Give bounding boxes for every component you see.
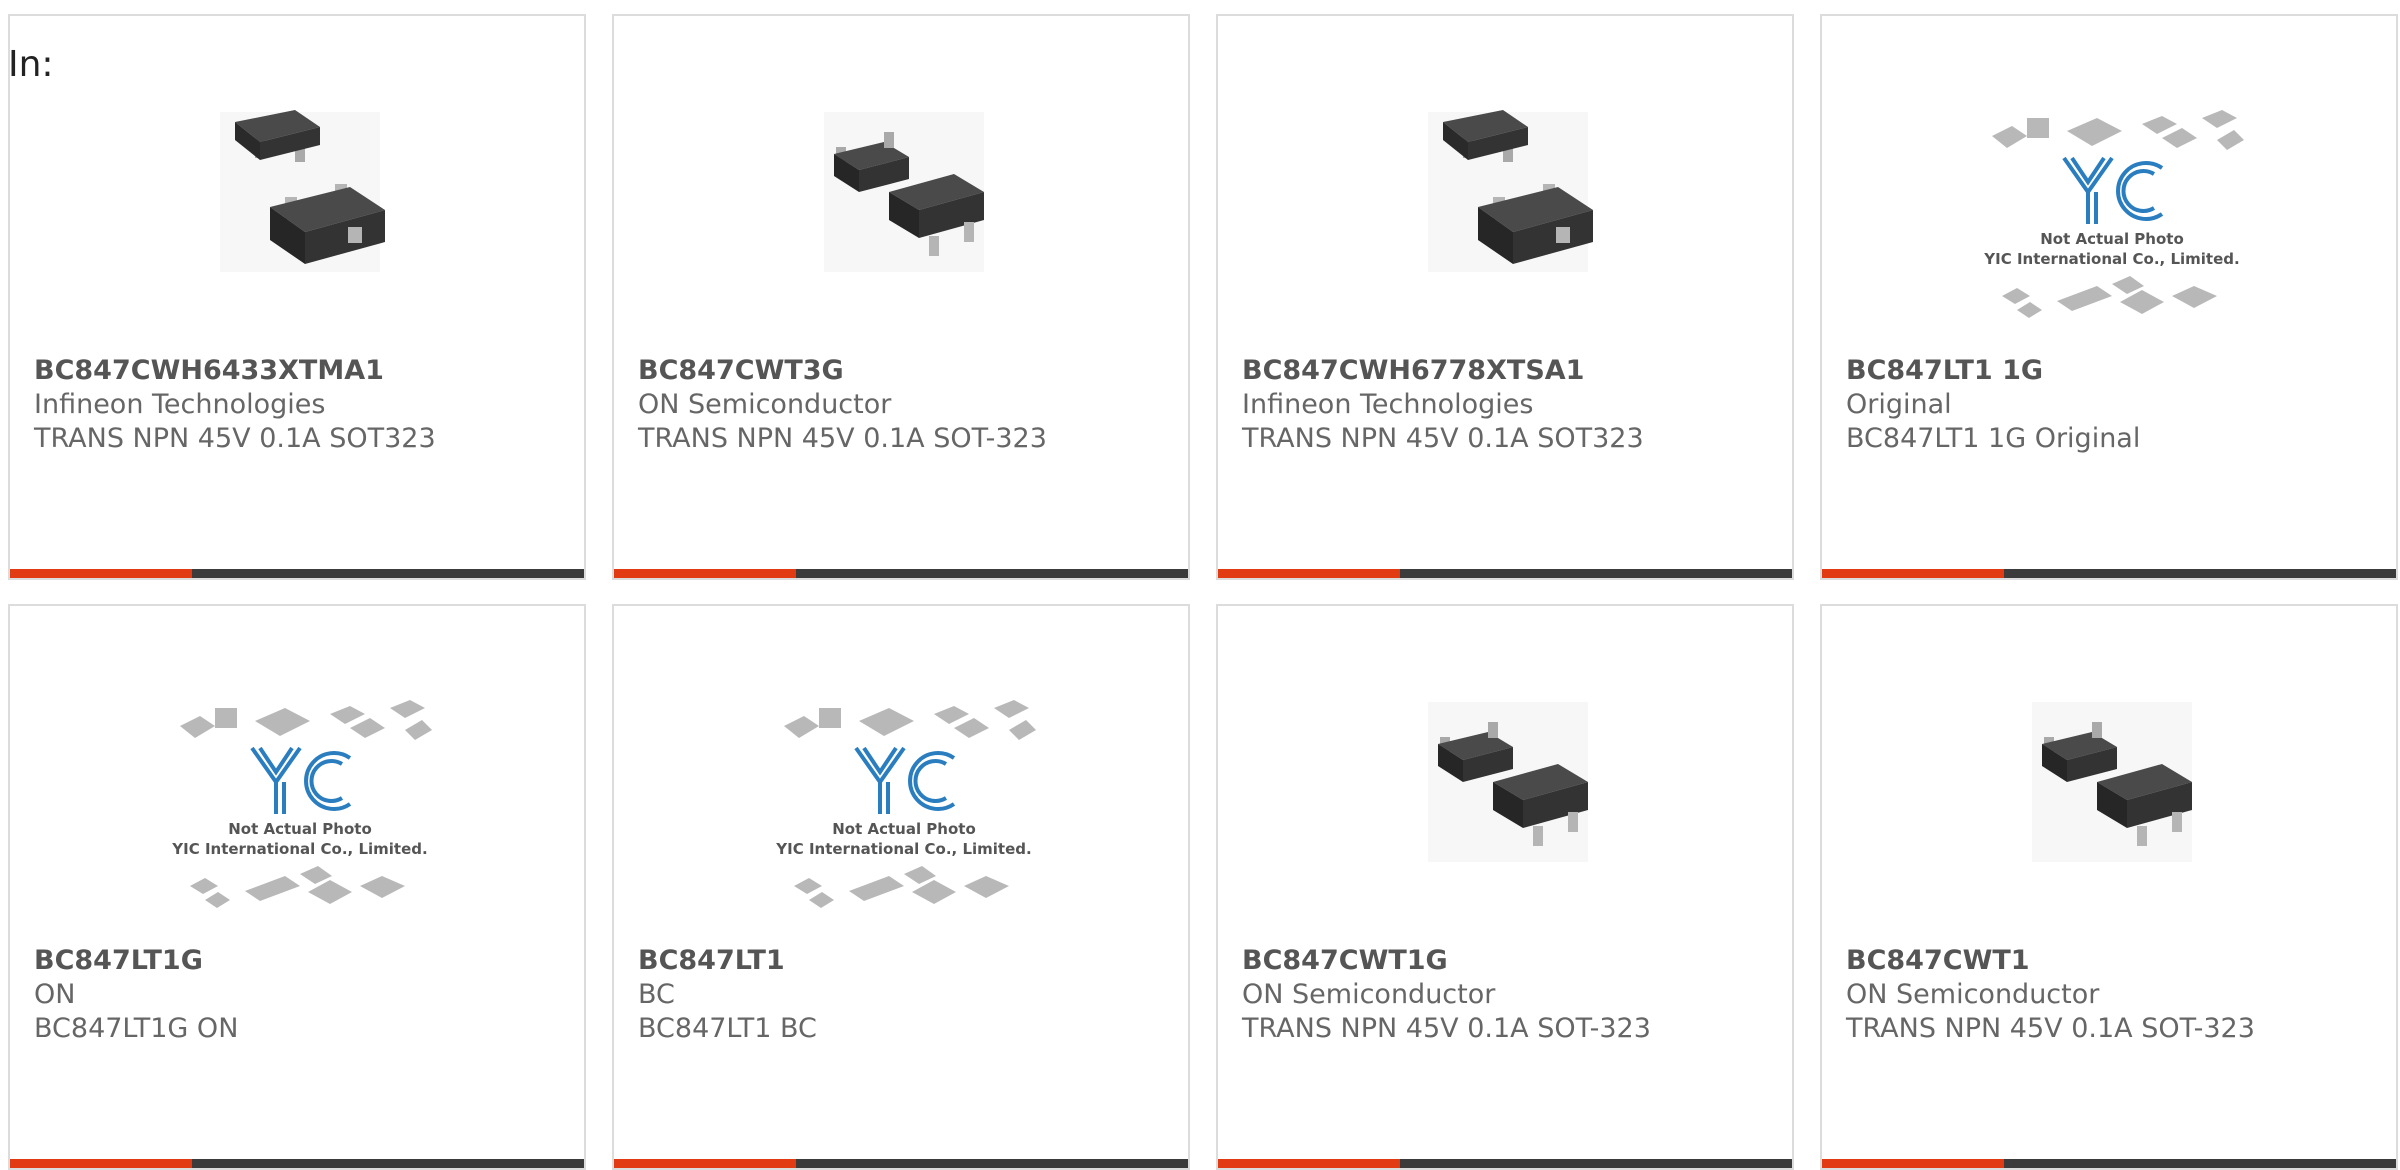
product-image[interactable]: Not Actual Photo YIC International Co., … [160,686,440,926]
sot323-transistor-icon [1428,702,1588,862]
card-accent-bar [1822,569,2004,578]
part-number[interactable]: BC847LT1 [638,944,1172,978]
sot323-transistor-icon [824,112,984,272]
product-card[interactable]: BC847CWT1 ON Semiconductor TRANS NPN 45V… [1820,604,2398,1170]
product-image[interactable] [1398,672,1618,892]
product-image[interactable] [794,82,1014,302]
product-image[interactable]: Not Actual Photo YIC International Co., … [1972,96,2252,336]
product-card[interactable]: Not Actual Photo YIC International Co., … [1820,14,2398,580]
product-card[interactable]: BC847CWT3G ON Semiconductor TRANS NPN 45… [612,14,1190,580]
part-number[interactable]: BC847LT1 1G [1846,354,2380,388]
card-bottom-bar [10,569,584,578]
yic-placeholder-icon: Not Actual Photo YIC International Co., … [171,700,432,908]
manufacturer: Infineon Technologies [1242,389,1534,420]
description: BC847LT1 BC [638,1013,817,1044]
product-card[interactable]: Not Actual Photo YIC International Co., … [612,604,1190,1170]
placeholder-caption: YIC International Co., Limited. [1983,250,2239,268]
card-accent-bar [1218,569,1400,578]
part-number[interactable]: BC847CWH6433XTMA1 [34,354,568,388]
description: TRANS NPN 45V 0.1A SOT-323 [638,423,1047,454]
product-card[interactable]: Not Actual Photo YIC International Co., … [8,604,586,1170]
placeholder-caption: Not Actual Photo [228,820,372,838]
card-bottom-bar [614,569,1188,578]
manufacturer: BC [638,979,675,1010]
product-image[interactable] [2002,672,2222,892]
product-card[interactable]: BC847CWH6778XTSA1 Infineon Technologies … [1216,14,1794,580]
placeholder-caption: Not Actual Photo [2040,230,2184,248]
part-number[interactable]: BC847CWH6778XTSA1 [1242,354,1776,388]
description: BC847LT1G ON [34,1013,239,1044]
part-number[interactable]: BC847CWT3G [638,354,1172,388]
placeholder-caption: YIC International Co., Limited. [171,840,427,858]
card-bottom-bar [1822,569,2396,578]
description: TRANS NPN 45V 0.1A SOT323 [1242,423,1644,454]
page-heading: In: [8,44,54,85]
manufacturer: ON Semiconductor [1846,979,2100,1010]
part-number[interactable]: BC847LT1G [34,944,568,978]
manufacturer: ON Semiconductor [638,389,892,420]
card-accent-bar [10,569,192,578]
manufacturer: Original [1846,389,1952,420]
description: TRANS NPN 45V 0.1A SOT-323 [1242,1013,1651,1044]
product-image[interactable] [1398,82,1618,302]
placeholder-caption: Not Actual Photo [832,820,976,838]
description: BC847LT1 1G Original [1846,423,2141,454]
manufacturer: ON Semiconductor [1242,979,1496,1010]
product-image[interactable]: Not Actual Photo YIC International Co., … [764,686,1044,926]
sot323-transistor-icon [1428,110,1593,272]
description: TRANS NPN 45V 0.1A SOT-323 [1846,1013,2255,1044]
placeholder-caption: YIC International Co., Limited. [775,840,1031,858]
card-accent-bar [614,569,796,578]
product-image[interactable] [190,82,410,302]
yic-placeholder-icon: Not Actual Photo YIC International Co., … [1983,110,2244,318]
product-card[interactable]: BC847CWT1G ON Semiconductor TRANS NPN 45… [1216,604,1794,1170]
part-number[interactable]: BC847CWT1G [1242,944,1776,978]
description: TRANS NPN 45V 0.1A SOT323 [34,423,436,454]
sot323-transistor-icon [2032,702,2192,862]
product-grid: BC847CWH6433XTMA1 Infineon Technologies … [8,14,2400,1170]
yic-placeholder-icon: Not Actual Photo YIC International Co., … [775,700,1036,908]
product-card[interactable]: BC847CWH6433XTMA1 Infineon Technologies … [8,14,586,580]
manufacturer: ON [34,979,76,1010]
manufacturer: Infineon Technologies [34,389,326,420]
part-number[interactable]: BC847CWT1 [1846,944,2380,978]
sot323-transistor-icon [220,110,385,272]
card-bottom-bar [1218,569,1792,578]
